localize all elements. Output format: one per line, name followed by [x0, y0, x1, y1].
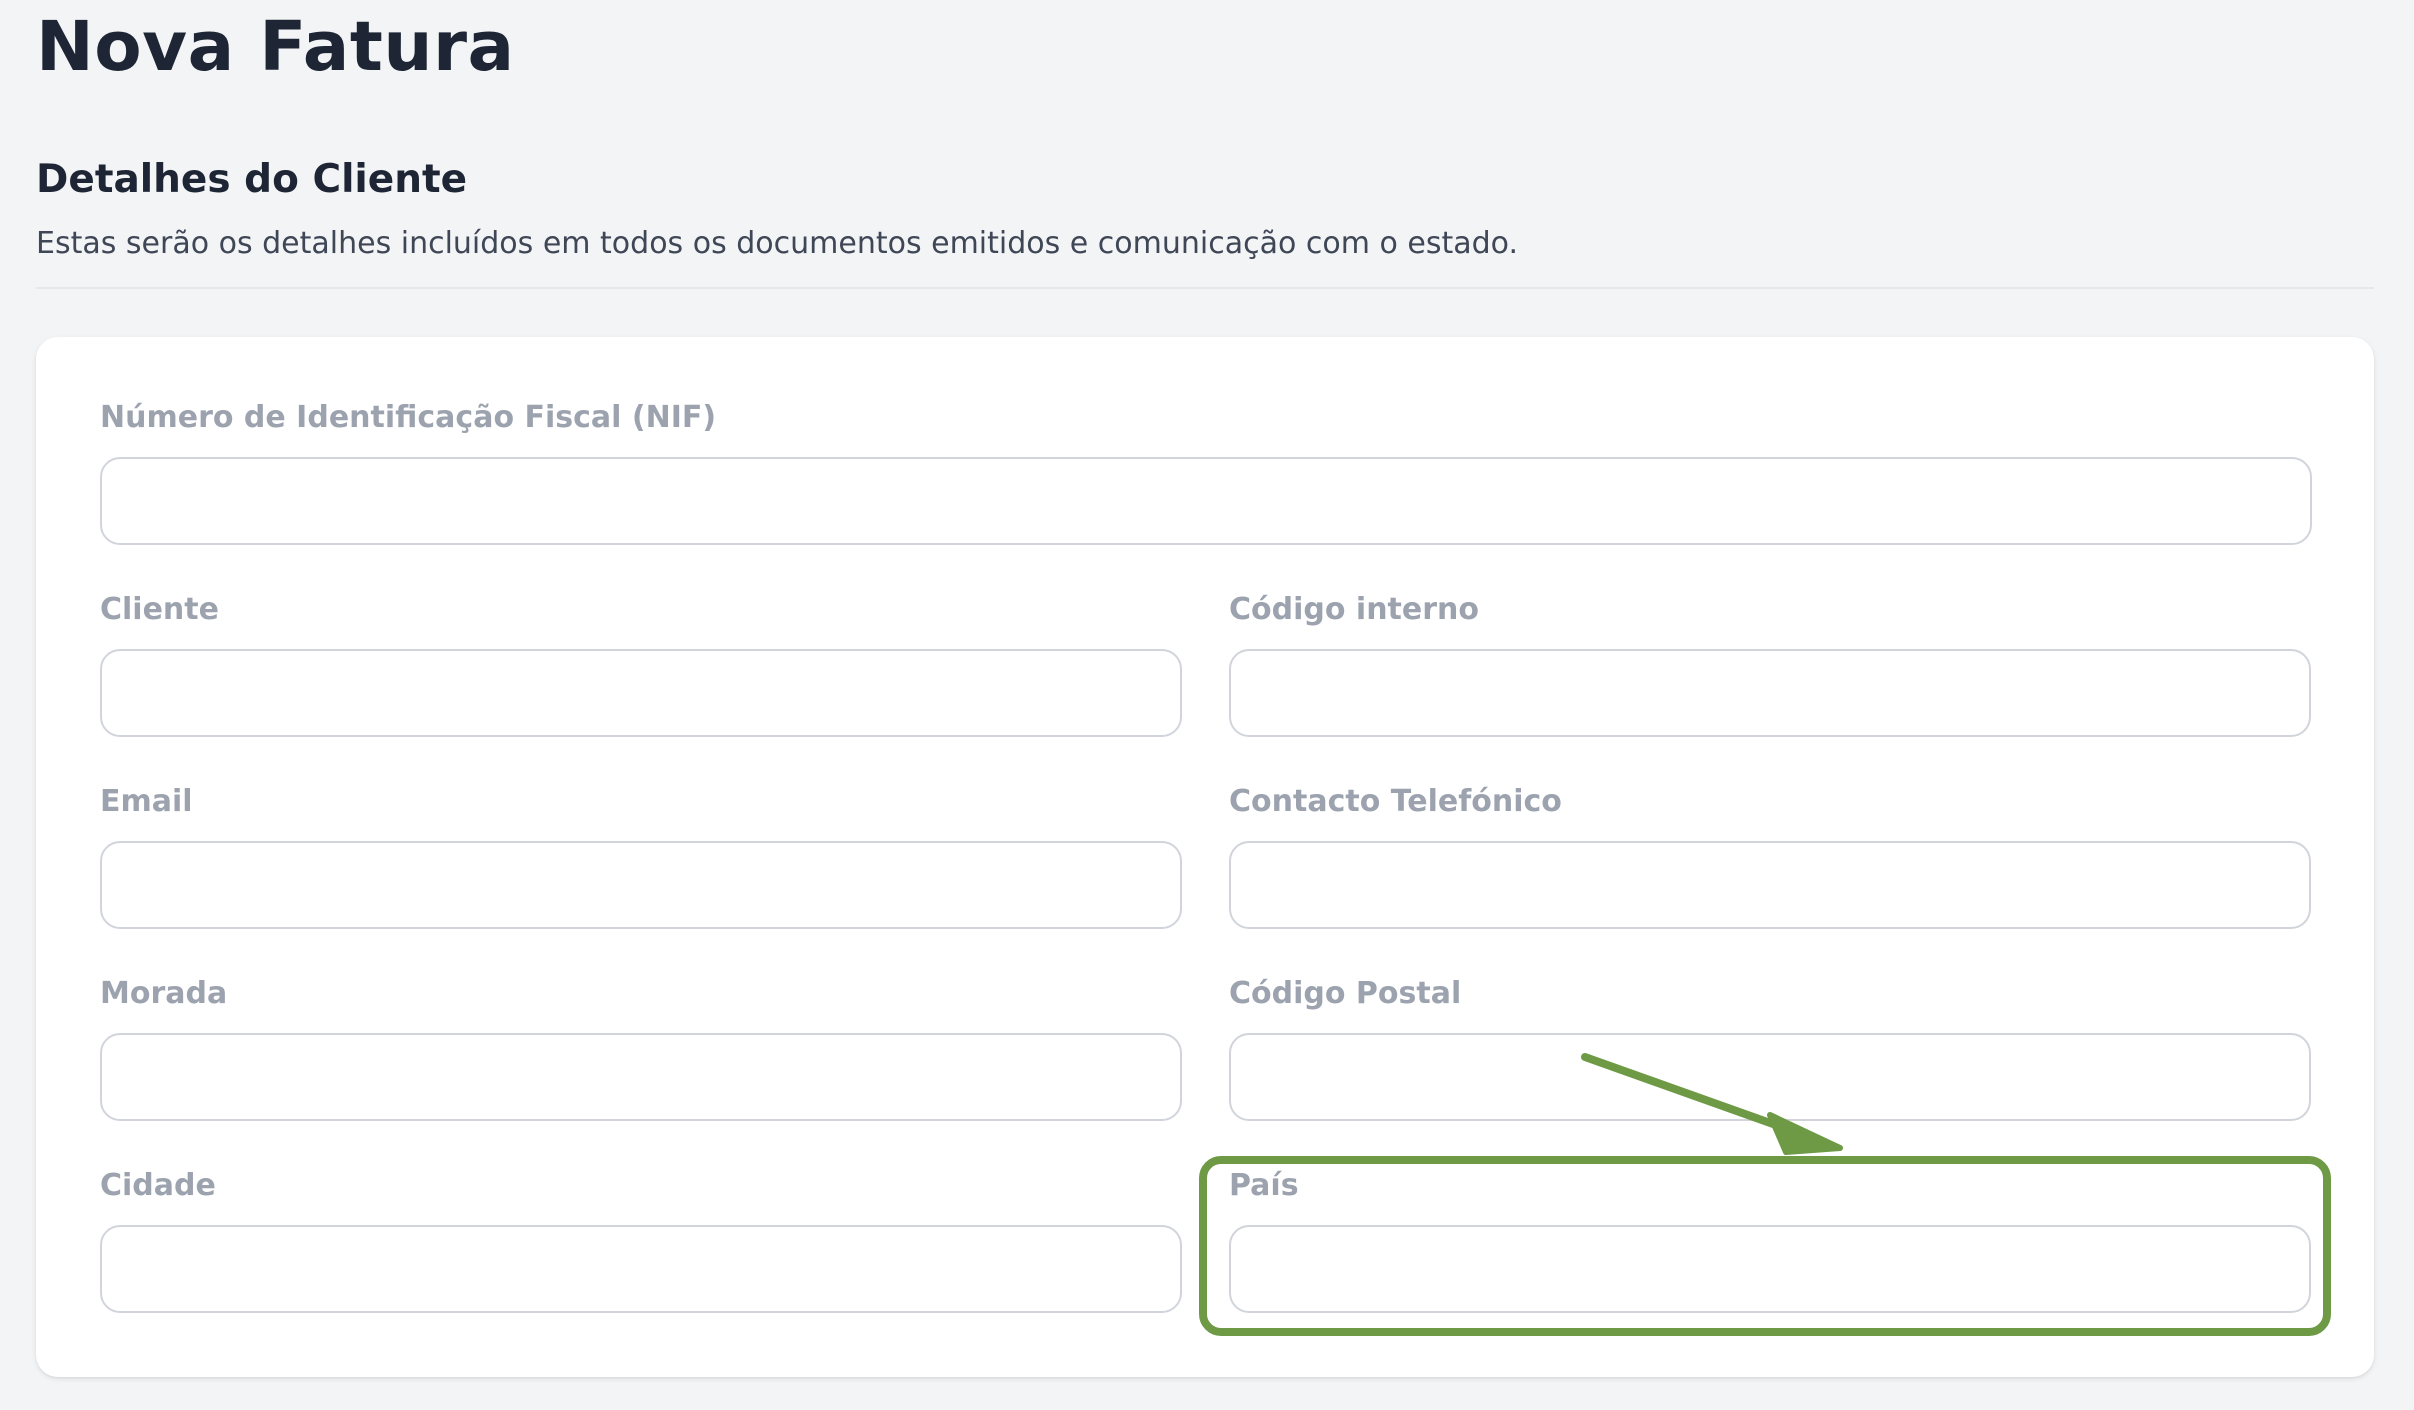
email-label: Email: [100, 784, 193, 819]
contacto-telefonico-input[interactable]: [1229, 841, 2311, 929]
cidade-input[interactable]: [100, 1225, 1182, 1313]
contacto-telefonico-label: Contacto Telefónico: [1229, 784, 1562, 819]
page-title: Nova Fatura: [36, 7, 515, 87]
morada-label: Morada: [100, 976, 228, 1011]
codigo-postal-label: Código Postal: [1229, 976, 1462, 1011]
codigo-interno-input[interactable]: [1229, 649, 2311, 737]
nif-label: Número de Identificação Fiscal (NIF): [100, 400, 717, 435]
section-subtitle: Estas serão os detalhes incluídos em tod…: [36, 226, 1519, 261]
email-input[interactable]: [100, 841, 1182, 929]
cliente-input[interactable]: [100, 649, 1182, 737]
codigo-postal-input[interactable]: [1229, 1033, 2311, 1121]
codigo-interno-label: Código interno: [1229, 592, 1480, 627]
section-title: Detalhes do Cliente: [36, 157, 468, 202]
section-divider: [36, 287, 2374, 289]
pais-label: País: [1229, 1168, 1299, 1203]
pais-input[interactable]: [1229, 1225, 2311, 1313]
cliente-label: Cliente: [100, 592, 219, 627]
cidade-label: Cidade: [100, 1168, 216, 1203]
nif-input[interactable]: [100, 457, 2312, 545]
morada-input[interactable]: [100, 1033, 1182, 1121]
